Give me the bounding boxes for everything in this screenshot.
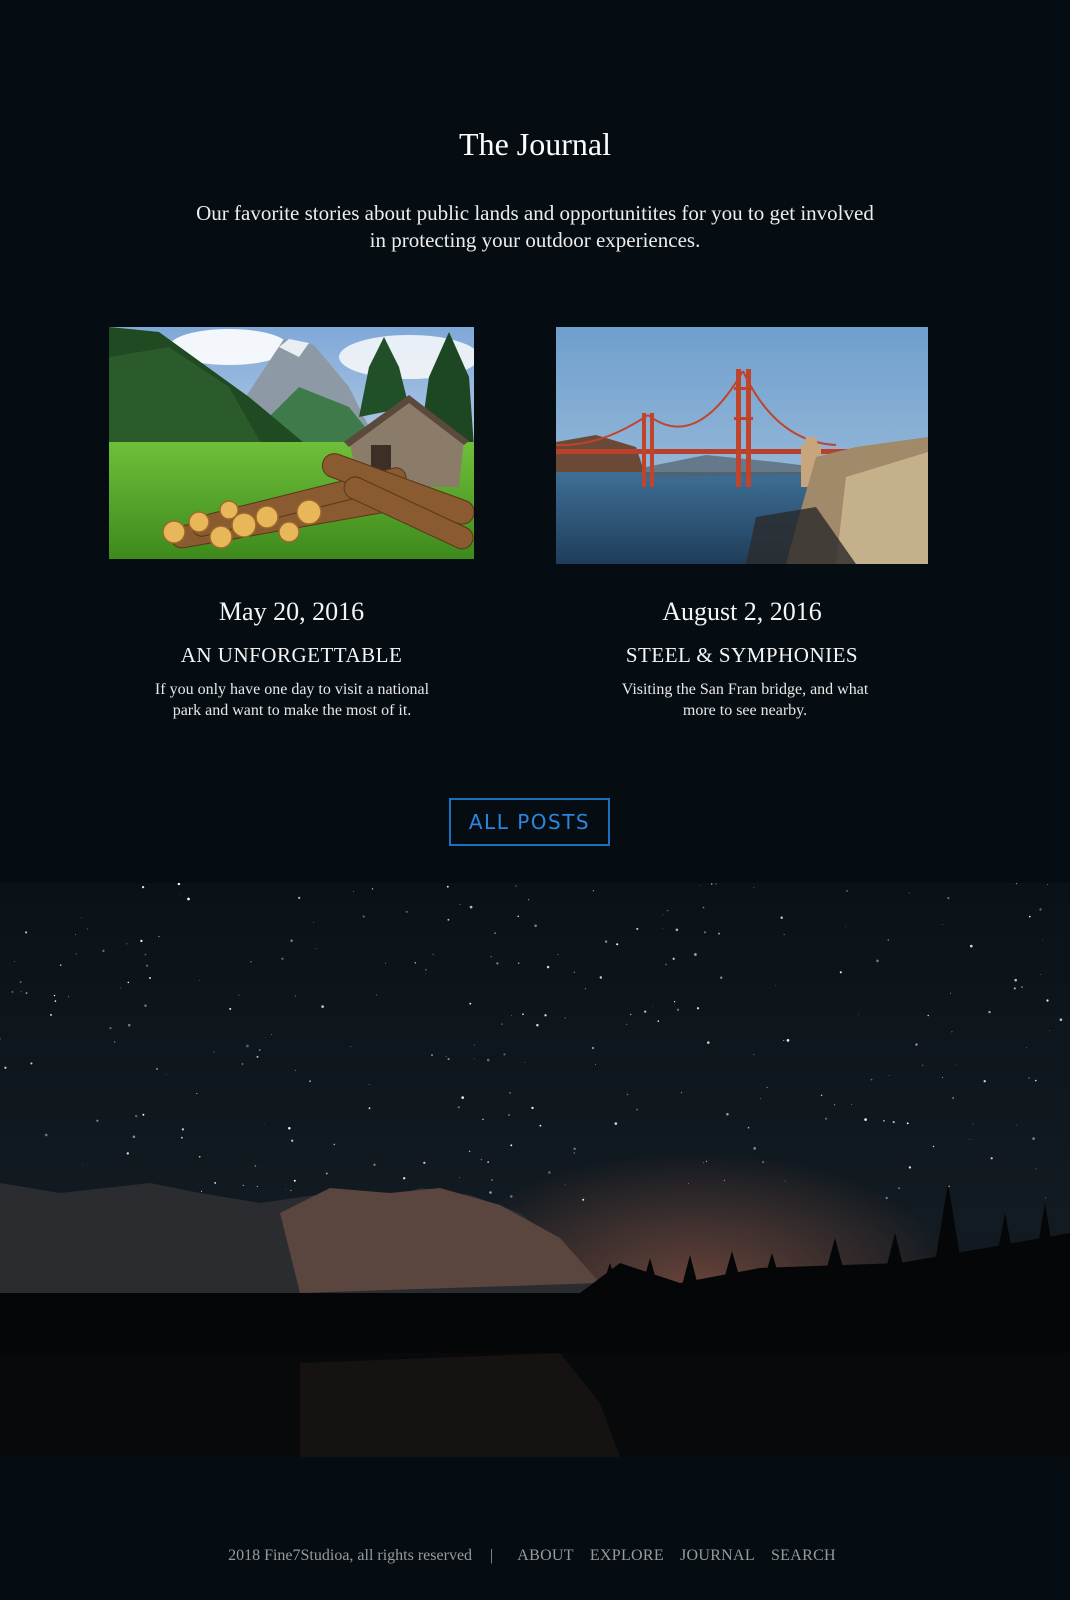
footer-link-journal[interactable]: JOURNAL xyxy=(680,1547,755,1565)
footer-link-explore[interactable]: EXPLORE xyxy=(590,1547,664,1565)
post-card-1[interactable]: May 20, 2016 AN UNFORGETTABLE If you onl… xyxy=(109,327,474,719)
footer-separator: | xyxy=(490,1547,494,1564)
post-excerpt: Visiting the San Fran bridge, and what m… xyxy=(621,681,869,719)
all-posts-button[interactable]: ALL POSTS xyxy=(449,798,610,846)
night-sky-image xyxy=(0,883,1070,1457)
post-card-2[interactable]: August 2, 2016 STEEL & SYMPHONIES Visiti… xyxy=(556,327,928,719)
post-date: May 20, 2016 xyxy=(218,597,365,626)
footer-link-about[interactable]: ABOUT xyxy=(517,1547,574,1565)
post-title[interactable]: AN UNFORGETTABLE xyxy=(109,643,474,668)
page-title: The Journal xyxy=(459,126,611,162)
golden-gate-bridge-image[interactable] xyxy=(556,327,928,564)
cabin-logs-image[interactable] xyxy=(109,327,474,559)
post-date: August 2, 2016 xyxy=(662,597,822,626)
post-title[interactable]: STEEL & SYMPHONIES xyxy=(556,643,928,668)
site-footer: 2018 Fine7Studioa, all rights reserved |… xyxy=(0,1547,1070,1565)
journal-intro: Our favorite stories about public lands … xyxy=(196,201,874,252)
post-excerpt: If you only have one day to visit a nati… xyxy=(154,681,430,719)
copyright-text: 2018 Fine7Studioa, all rights reserved xyxy=(228,1547,473,1564)
footer-link-search[interactable]: SEARCH xyxy=(771,1547,836,1565)
